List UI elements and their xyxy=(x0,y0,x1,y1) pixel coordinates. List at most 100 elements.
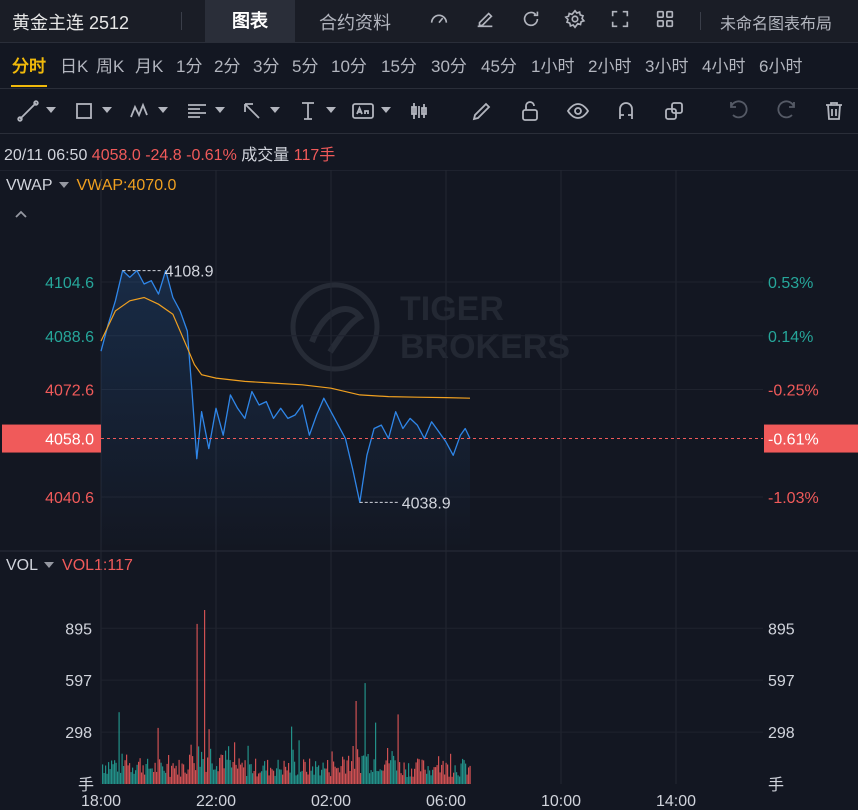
volume-bar xyxy=(310,770,312,784)
volume-bar xyxy=(322,762,324,784)
text-cursor-tool-icon[interactable] xyxy=(296,99,336,123)
volume-bar xyxy=(430,775,432,784)
period-item[interactable]: 1分 xyxy=(176,52,202,77)
volume-bar xyxy=(340,766,342,784)
pattern-tool-icon[interactable] xyxy=(128,99,168,123)
volume-bar xyxy=(285,766,287,784)
volume-bar xyxy=(378,771,380,784)
period-item[interactable]: 分时 xyxy=(12,52,46,77)
current-price-label: 4058.0 xyxy=(45,432,94,449)
period-item[interactable]: 1小时 xyxy=(531,52,574,77)
period-item[interactable]: 5分 xyxy=(292,52,318,77)
arrow-tool-icon[interactable] xyxy=(240,99,280,123)
period-item[interactable]: 3小时 xyxy=(645,52,688,77)
volume-bar xyxy=(382,770,384,784)
volume-bar xyxy=(154,762,156,784)
edit-icon[interactable] xyxy=(472,8,498,34)
time-axis-label: 06:00 xyxy=(426,793,466,810)
volume-bar xyxy=(166,763,168,784)
pencil-icon[interactable] xyxy=(470,99,494,123)
period-item[interactable]: 15分 xyxy=(381,52,417,77)
volume-bar xyxy=(415,762,417,784)
period-item[interactable]: 日K xyxy=(60,52,88,77)
tab-contract-info[interactable]: 合约资料 xyxy=(319,9,391,35)
unlock-icon[interactable] xyxy=(518,99,542,123)
volume-bar xyxy=(318,765,320,784)
volume-bar xyxy=(208,729,210,784)
volume-bar xyxy=(460,763,462,784)
period-item[interactable]: 2分 xyxy=(214,52,240,77)
text-label-tool-icon[interactable] xyxy=(351,99,391,123)
volume-bar xyxy=(345,773,347,784)
refresh-icon[interactable] xyxy=(518,8,544,34)
period-item[interactable]: 30分 xyxy=(431,52,467,77)
instrument-title[interactable]: 黄金主连 2512 xyxy=(12,9,129,35)
time-axis-label: 02:00 xyxy=(311,793,351,810)
volume-bar xyxy=(405,769,407,784)
period-item[interactable]: 2小时 xyxy=(588,52,631,77)
volume-bar xyxy=(393,755,395,784)
volume-bar xyxy=(331,751,333,784)
chart-canvas[interactable]: 4108.9 4038.9 4104.6 4088.6 4072.6 4040.6 0.53… xyxy=(0,170,858,810)
quote-info: 20/11 06:50 4058.0 -24.8 -0.61% 成交量 117手 xyxy=(4,141,335,165)
redo-icon[interactable] xyxy=(774,99,798,123)
price-axis-label: 4104.6 xyxy=(45,275,94,292)
rectangle-tool-icon[interactable] xyxy=(72,99,112,123)
volume-bar xyxy=(304,761,306,784)
volume-bar xyxy=(427,766,429,784)
gear-icon[interactable] xyxy=(562,8,588,34)
volume-bar xyxy=(387,748,389,784)
price-axis-label: 4040.6 xyxy=(45,490,94,507)
layout-grid-icon[interactable] xyxy=(652,8,678,34)
period-item[interactable]: 月K xyxy=(135,52,163,77)
layout-name[interactable]: 未命名图表布局 xyxy=(720,10,832,34)
volume-bar xyxy=(220,754,222,784)
volume-bar xyxy=(372,771,374,784)
tab-chart[interactable]: 图表 xyxy=(205,0,295,42)
magnet-icon[interactable] xyxy=(614,99,638,123)
eye-icon[interactable] xyxy=(566,99,590,123)
period-item[interactable]: 45分 xyxy=(481,52,517,77)
volume-bar xyxy=(379,769,381,784)
volume-bar xyxy=(444,774,446,784)
volume-bar xyxy=(349,771,351,784)
volume-bar xyxy=(292,749,294,784)
volume-bar xyxy=(436,765,438,784)
volume-bar xyxy=(420,771,422,784)
fullscreen-icon[interactable] xyxy=(607,8,633,34)
period-selector: 分时 日K 周K 月K 1分 2分 3分 5分 10分 15分 30分 45分 … xyxy=(0,43,858,87)
volume-bar xyxy=(142,765,144,784)
volume-bar xyxy=(421,759,423,784)
volume-bar xyxy=(144,774,146,784)
volume-bar xyxy=(358,757,360,784)
period-item[interactable]: 10分 xyxy=(331,52,367,77)
candlestick-tool-icon[interactable] xyxy=(407,99,431,123)
volume-bar xyxy=(469,765,471,784)
volume-bar xyxy=(259,772,261,784)
volume-bar xyxy=(375,722,377,784)
period-item[interactable]: 6小时 xyxy=(759,52,802,77)
volume-bar xyxy=(391,751,393,784)
quote-price: 4058.0 xyxy=(91,147,141,164)
gauge-icon[interactable] xyxy=(426,8,452,34)
time-axis-label: 22:00 xyxy=(196,793,236,810)
volume-bar xyxy=(265,770,267,784)
volume-bar xyxy=(250,764,252,784)
period-item[interactable]: 4小时 xyxy=(702,52,745,77)
volume-bar xyxy=(165,772,167,784)
trend-line-tool-icon[interactable] xyxy=(16,99,56,123)
volume-bar xyxy=(276,768,278,784)
volume-axis-label: 895 xyxy=(65,621,92,638)
period-item[interactable]: 周K xyxy=(96,52,124,77)
volume-bar xyxy=(288,763,290,784)
volume-bar xyxy=(432,769,434,784)
trash-icon[interactable] xyxy=(822,99,846,123)
period-item[interactable]: 3分 xyxy=(253,52,279,77)
clone-icon[interactable] xyxy=(662,99,686,123)
volume-bar xyxy=(204,610,206,784)
pct-axis-label: 0.14% xyxy=(768,329,813,346)
fibonacci-tool-icon[interactable] xyxy=(185,99,225,123)
volume-bar xyxy=(384,764,386,784)
volume-bar xyxy=(448,776,450,784)
undo-icon[interactable] xyxy=(727,99,751,123)
